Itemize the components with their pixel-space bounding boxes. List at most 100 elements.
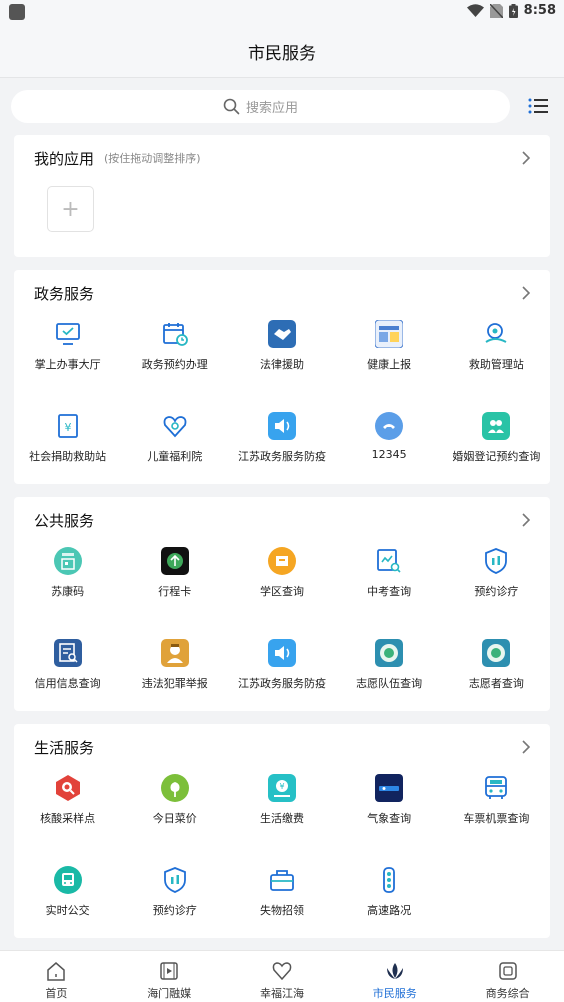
nav-business[interactable]: 商务综合	[451, 951, 564, 1002]
monitor-check-icon	[55, 323, 80, 345]
app-label: 生活缴费	[259, 812, 304, 825]
app-tile[interactable]: ¥ 生活缴费	[228, 772, 335, 864]
traffic-light-icon	[383, 867, 396, 893]
bottom-nav: 首页 海门融媒 幸福江海 市民服务 商务综合	[0, 950, 564, 1002]
volunteer-team-icon	[375, 639, 404, 667]
lost-found-icon	[270, 870, 294, 891]
chevron-right-icon	[522, 513, 530, 527]
app-tile[interactable]: 失物招领	[228, 864, 335, 956]
section-title: 政务服务	[34, 284, 95, 303]
app-label: 信用信息查询	[34, 677, 101, 690]
speaker-icon	[267, 412, 296, 440]
app-tile[interactable]: 苏康码	[14, 545, 121, 637]
app-tile[interactable]: 江苏政务服务防疫	[228, 637, 335, 729]
handshake-icon	[267, 320, 296, 348]
app-tile[interactable]: 行程卡	[121, 545, 228, 637]
nav-media[interactable]: 海门融媒	[113, 951, 226, 1002]
search-icon	[223, 98, 240, 115]
app-label: 违法犯罪举报	[141, 677, 208, 690]
section-title: 公共服务	[34, 511, 95, 530]
app-tile[interactable]: 中考查询	[336, 545, 443, 637]
nucleic-test-icon	[55, 775, 80, 801]
itinerary-card-icon	[160, 547, 189, 575]
chevron-right-icon	[522, 151, 530, 165]
app-label: 气象查询	[367, 812, 412, 825]
app-tile[interactable]: 志愿者查询	[443, 637, 550, 729]
section-header[interactable]: 政务服务	[34, 282, 532, 304]
app-label: 健康上报	[367, 358, 412, 371]
chevron-right-icon	[522, 740, 530, 754]
business-icon	[498, 962, 517, 980]
credit-search-icon	[53, 639, 82, 667]
health-code-icon	[53, 547, 82, 575]
app-tile[interactable]: 政务预约办理	[121, 318, 228, 410]
app-label: 苏康码	[51, 585, 85, 598]
chevron-right-icon	[522, 286, 530, 300]
search-row: 搜索应用	[0, 79, 564, 134]
app-tile[interactable]: 今日菜价	[121, 772, 228, 864]
app-label: 法律援助	[259, 358, 304, 371]
app-label: 预约诊疗	[152, 904, 197, 917]
app-tile[interactable]: 违法犯罪举报	[121, 637, 228, 729]
health-report-icon	[375, 320, 404, 348]
status-bar: 8:58	[0, 0, 564, 26]
school-district-icon	[267, 547, 296, 575]
app-tile[interactable]: 预约诊疗	[121, 864, 228, 956]
app-tile[interactable]: 法律援助	[228, 318, 335, 410]
app-tile[interactable]: ¥ 社会捐助救助站	[14, 410, 121, 502]
app-tile[interactable]: 信用信息查询	[14, 637, 121, 729]
speaker-icon	[267, 639, 296, 667]
app-tile[interactable]: 学区查询	[228, 545, 335, 637]
app-tile[interactable]: 预约诊疗	[443, 545, 550, 637]
header-bar: 市民服务	[0, 26, 564, 78]
ticket-bus-icon	[485, 776, 508, 799]
section-public-services: 公共服务 苏康码 行程卡 学区查询 中考查询 预约诊疗 信用信息查询 违法犯罪举…	[14, 497, 550, 711]
app-tile[interactable]: 救助管理站	[443, 318, 550, 410]
app-label: 12345	[371, 448, 407, 461]
my-apps-card: 我的应用 (按住拖动调整排序) +	[14, 135, 550, 257]
app-tile[interactable]: 实时公交	[14, 864, 121, 956]
nav-label: 市民服务	[372, 987, 417, 1000]
app-label: 中考查询	[367, 585, 412, 598]
app-tile[interactable]: 儿童福利院	[121, 410, 228, 502]
weather-icon	[375, 774, 404, 802]
vegetable-icon	[160, 774, 189, 802]
app-label: 实时公交	[45, 904, 90, 917]
couple-icon	[482, 412, 511, 440]
nav-home[interactable]: 首页	[0, 951, 113, 1002]
app-label: 今日菜价	[152, 812, 197, 825]
section-header[interactable]: 生活服务	[34, 736, 532, 758]
app-tile[interactable]: 核酸采样点	[14, 772, 121, 864]
child-heart-icon	[163, 416, 187, 438]
app-label: 江苏政务服务防疫	[237, 677, 326, 690]
search-placeholder: 搜索应用	[245, 101, 298, 116]
app-label: 失物招领	[259, 904, 304, 917]
app-label: 行程卡	[158, 585, 192, 598]
my-apps-hint: (按住拖动调整排序)	[104, 152, 201, 165]
nav-happiness[interactable]: 幸福江海	[226, 951, 339, 1002]
app-tile[interactable]: 江苏政务服务防疫	[228, 410, 335, 502]
app-tile[interactable]: 婚姻登记预约查询	[443, 410, 550, 502]
app-label: 婚姻登记预约查询	[452, 450, 541, 463]
search-input[interactable]: 搜索应用	[11, 90, 510, 123]
nav-label: 首页	[45, 987, 68, 1000]
my-apps-header[interactable]: 我的应用 (按住拖动调整排序)	[34, 147, 532, 169]
app-tile[interactable]: 健康上报	[336, 318, 443, 410]
app-tile[interactable]: 志愿队伍查询	[336, 637, 443, 729]
police-report-icon	[160, 639, 189, 667]
list-menu-icon[interactable]	[528, 98, 548, 114]
nav-citizen-service[interactable]: 市民服务	[338, 951, 451, 1002]
nav-label: 幸福江海	[259, 987, 304, 1000]
hotline-icon	[375, 412, 404, 440]
app-label: 掌上办事大厅	[34, 358, 101, 371]
app-label: 救助管理站	[468, 358, 524, 371]
heart-icon	[272, 962, 292, 981]
section-header[interactable]: 公共服务	[34, 509, 532, 531]
app-tile[interactable]: 掌上办事大厅	[14, 318, 121, 410]
svg-text:¥: ¥	[64, 421, 71, 434]
app-tile[interactable]: 气象查询	[336, 772, 443, 864]
app-tile[interactable]: 车票机票查询	[443, 772, 550, 864]
app-tile[interactable]: 12345	[336, 410, 443, 502]
add-app-button[interactable]: +	[47, 186, 94, 232]
app-tile[interactable]: 高速路况	[336, 864, 443, 956]
